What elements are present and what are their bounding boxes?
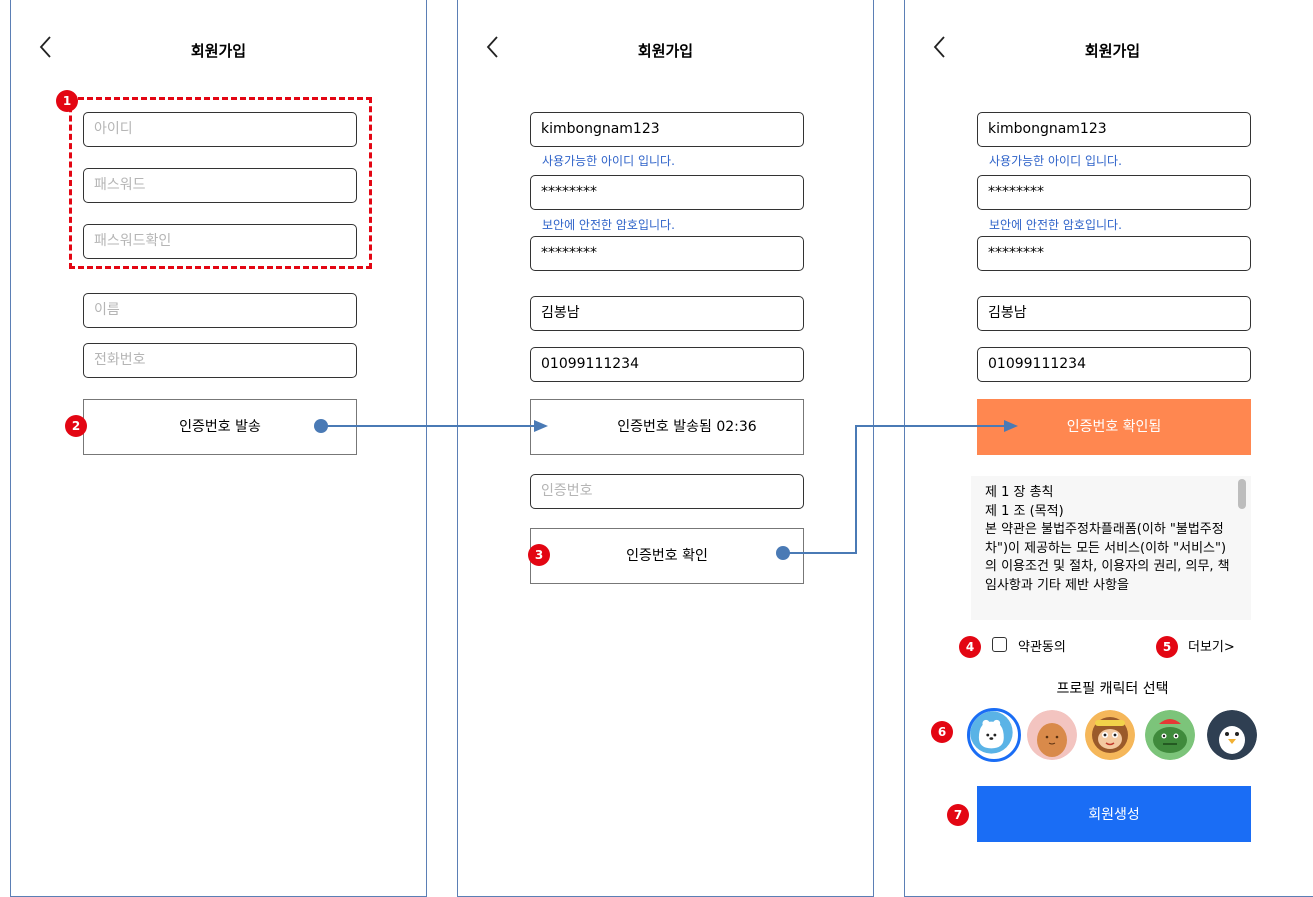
password-input[interactable]: ******** bbox=[530, 175, 804, 210]
password-confirm-input[interactable]: 패스워드확인 bbox=[83, 224, 357, 259]
id-input[interactable]: kimbongnam123 bbox=[530, 112, 804, 147]
id-input[interactable]: kimbongnam123 bbox=[977, 112, 1251, 147]
agree-checkbox[interactable] bbox=[992, 637, 1007, 652]
penguin-avatar[interactable] bbox=[1207, 710, 1257, 760]
agree-label: 약관동의 bbox=[1018, 640, 1066, 655]
page-title: 회원가입 bbox=[637, 42, 694, 60]
id-input[interactable]: 아이디 bbox=[83, 112, 357, 147]
password-confirm-input[interactable]: ******** bbox=[530, 236, 804, 271]
phone-input[interactable]: 01099111234 bbox=[977, 347, 1251, 382]
annotation-badge-4: 4 bbox=[959, 636, 981, 658]
phone-input[interactable]: 01099111234 bbox=[530, 347, 804, 382]
dinosaur-avatar[interactable] bbox=[1145, 710, 1195, 760]
terms-scrollbar[interactable] bbox=[1238, 479, 1246, 509]
annotation-badge-6: 6 bbox=[931, 721, 953, 743]
screen-signup-initial: 회원가입 1 아이디 패스워드 패스워드확인 이름 전화번호 2 인증번호 발송 bbox=[10, 0, 427, 897]
name-input[interactable]: 김봉남 bbox=[977, 296, 1251, 331]
terms-text: 제 1 장 총칙 제 1 조 (목적) 본 약관은 불법주정차플래폼(이하 "불… bbox=[985, 485, 1230, 593]
annotation-badge-7: 7 bbox=[947, 804, 969, 826]
annotation-badge-2: 2 bbox=[65, 415, 87, 437]
password-input[interactable]: ******** bbox=[977, 175, 1251, 210]
code-verified-button[interactable]: 인증번호 확인됨 bbox=[977, 399, 1251, 455]
terms-box[interactable]: 제 1 장 총칙 제 1 조 (목적) 본 약관은 불법주정차플래폼(이하 "불… bbox=[971, 476, 1251, 620]
password-confirm-input[interactable]: ******** bbox=[977, 236, 1251, 271]
password-safe-hint: 보안에 안전한 암호입니다. bbox=[989, 218, 1122, 232]
annotation-badge-5: 5 bbox=[1156, 636, 1178, 658]
screen-signup-code-sent: 회원가입 kimbongnam123 사용가능한 아이디 입니다. ******… bbox=[457, 0, 874, 897]
password-input[interactable]: 패스워드 bbox=[83, 168, 357, 203]
annotation-badge-3: 3 bbox=[528, 544, 550, 566]
page-title: 회원가입 bbox=[190, 42, 247, 60]
verify-code-button[interactable]: 인증번호 확인 bbox=[530, 528, 804, 584]
page-title: 회원가입 bbox=[1084, 42, 1141, 60]
name-input[interactable]: 이름 bbox=[83, 293, 357, 328]
code-input[interactable]: 인증번호 bbox=[530, 474, 804, 509]
potato-avatar[interactable] bbox=[1027, 710, 1077, 760]
profile-select-label: 프로필 캐릭터 선택 bbox=[1056, 681, 1169, 697]
monkey-avatar[interactable] bbox=[1085, 710, 1135, 760]
name-input[interactable]: 김봉남 bbox=[530, 296, 804, 331]
create-account-button[interactable]: 회원생성 bbox=[977, 786, 1251, 842]
polar-bear-avatar[interactable] bbox=[967, 708, 1021, 762]
id-available-hint: 사용가능한 아이디 입니다. bbox=[989, 154, 1122, 168]
screen-signup-verified: 회원가입 kimbongnam123 사용가능한 아이디 입니다. ******… bbox=[904, 0, 1313, 897]
id-available-hint: 사용가능한 아이디 입니다. bbox=[542, 154, 675, 168]
code-sent-button[interactable]: 인증번호 발송됨 02:36 bbox=[530, 399, 804, 455]
phone-input[interactable]: 전화번호 bbox=[83, 343, 357, 378]
password-safe-hint: 보안에 안전한 암호입니다. bbox=[542, 218, 675, 232]
more-link[interactable]: 더보기> bbox=[1188, 636, 1235, 655]
send-code-button[interactable]: 인증번호 발송 bbox=[83, 399, 357, 455]
annotation-badge-1: 1 bbox=[56, 90, 78, 112]
